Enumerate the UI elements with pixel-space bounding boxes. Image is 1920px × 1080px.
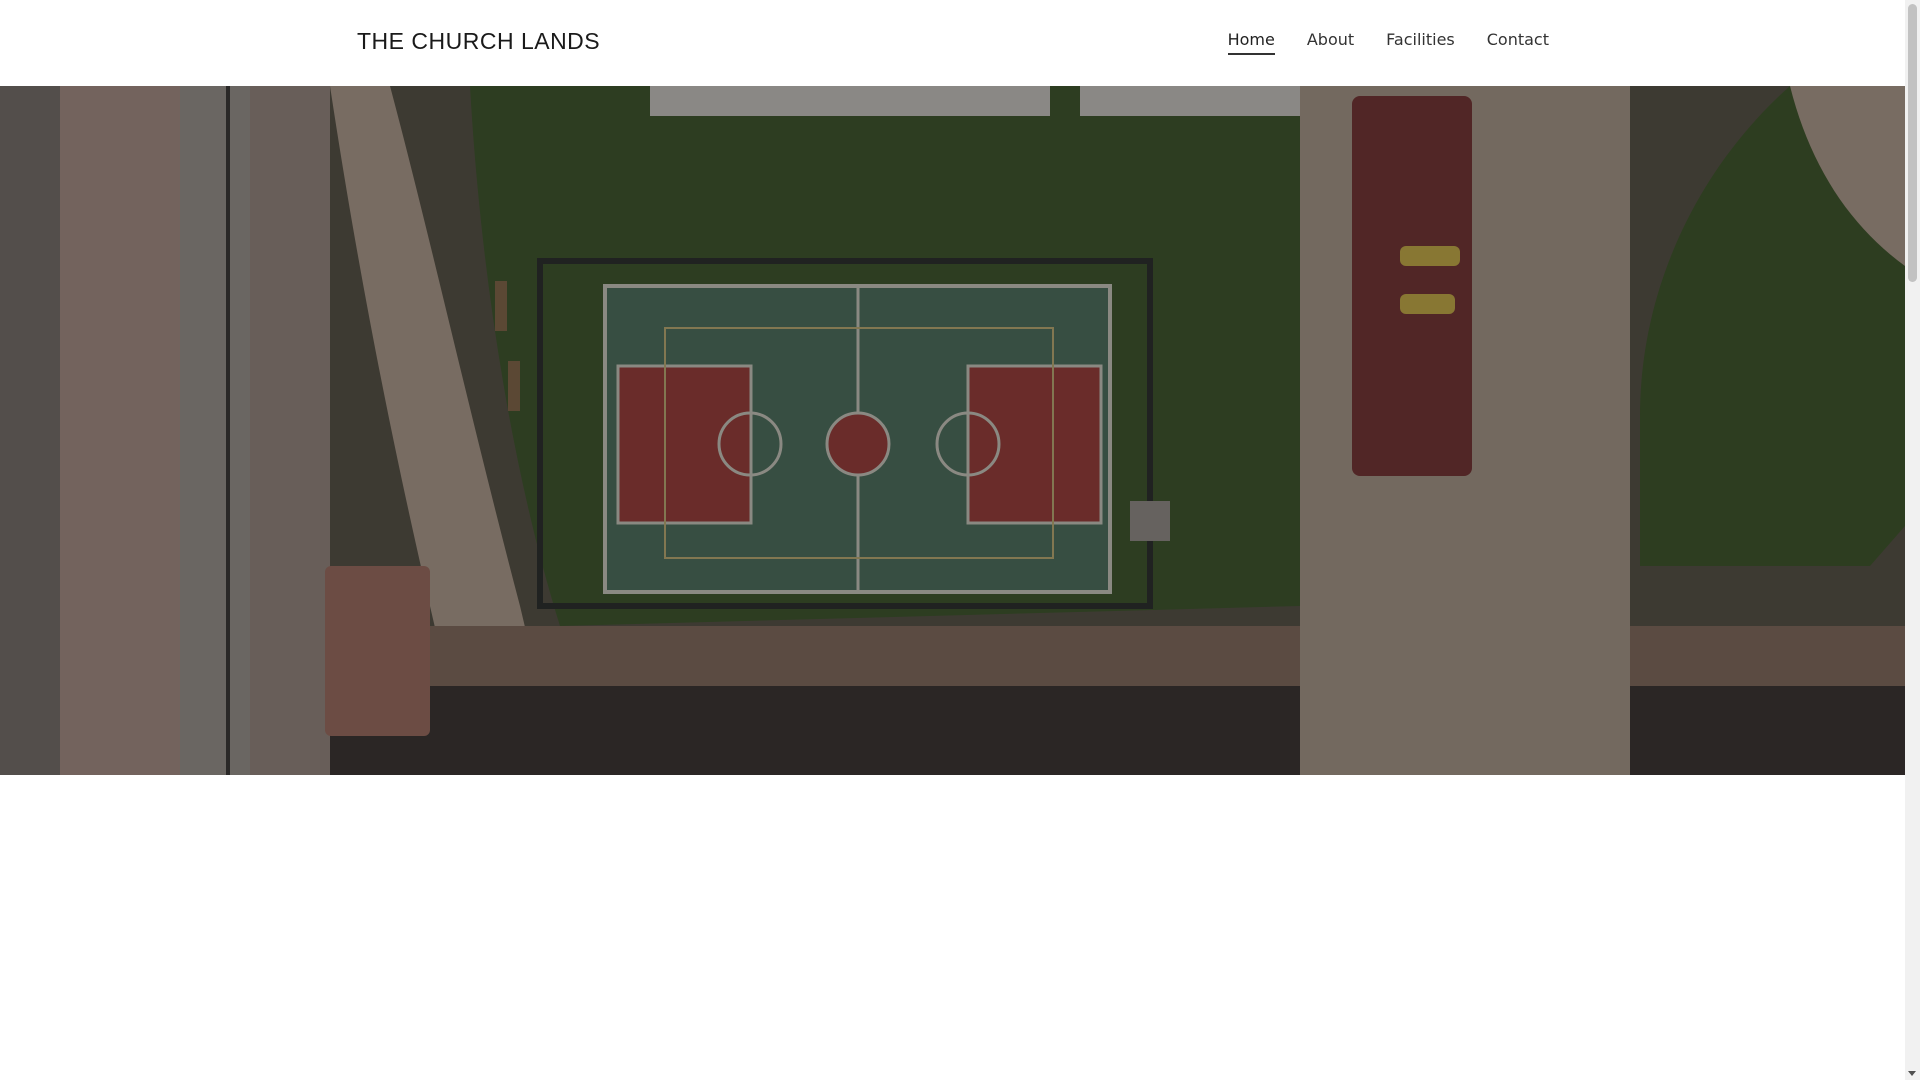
hero-dark-overlay (0, 86, 1905, 775)
nav-about[interactable]: About (1307, 30, 1354, 55)
main-nav: Home About Facilities Contact (1227, 30, 1549, 55)
site-header: THE CHURCH LANDS Home About Facilities C… (0, 0, 1905, 86)
page: THE CHURCH LANDS Home About Facilities C… (0, 0, 1905, 1080)
scroll-down-arrow-icon[interactable] (1908, 1071, 1916, 1076)
nav-home[interactable]: Home (1227, 30, 1275, 55)
site-title[interactable]: THE CHURCH LANDS (357, 28, 600, 55)
nav-facilities[interactable]: Facilities (1386, 30, 1455, 55)
scrollbar-thumb[interactable] (1908, 4, 1917, 282)
nav-contact[interactable]: Contact (1487, 30, 1549, 55)
hero-banner (0, 86, 1905, 775)
vertical-scrollbar[interactable] (1905, 0, 1920, 1080)
